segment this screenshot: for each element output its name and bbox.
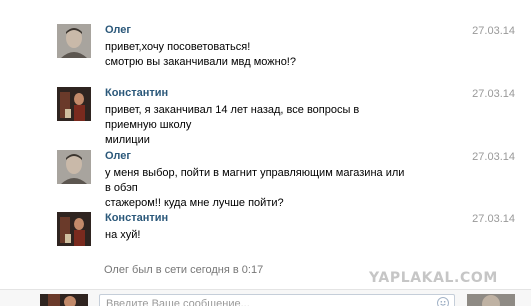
my-avatar-icon: [40, 294, 88, 306]
smile-icon[interactable]: [437, 297, 449, 306]
message-date[interactable]: 27.03.14: [472, 25, 515, 38]
chat-history: Олег 27.03.14 привет,хочу посоветоваться…: [0, 0, 531, 306]
avatar[interactable]: [57, 150, 91, 184]
avatar[interactable]: [57, 212, 91, 246]
avatar[interactable]: [57, 87, 91, 121]
konstantin-avatar-icon: [57, 212, 91, 246]
partner-avatar[interactable]: [467, 294, 515, 306]
message-composer: Введите Ваше сообщение...: [0, 289, 531, 306]
message-text: привет, я заканчивал 14 лет назад, все в…: [105, 104, 360, 146]
watermark: YAPLAKAL.COM: [369, 270, 498, 286]
online-status: Олег был в сети сегодня в 0:17: [104, 264, 264, 276]
message-date[interactable]: 27.03.14: [472, 88, 515, 101]
oleg-avatar-icon: [57, 24, 91, 58]
sender-name[interactable]: Олег: [105, 150, 131, 163]
avatar[interactable]: [57, 24, 91, 58]
sender-name[interactable]: Константин: [105, 87, 168, 100]
konstantin-avatar-icon: [57, 87, 91, 121]
partner-avatar-icon: [467, 294, 515, 306]
message-text: на хуй!: [105, 229, 141, 241]
sender-name[interactable]: Олег: [105, 24, 131, 37]
my-avatar[interactable]: [40, 294, 88, 306]
message-date[interactable]: 27.03.14: [472, 151, 515, 164]
smile-face-icon: [440, 301, 446, 306]
message-text: привет,хочу посоветоваться! смотрю вы за…: [105, 41, 296, 68]
oleg-avatar-icon: [57, 150, 91, 184]
sender-name[interactable]: Константин: [105, 212, 168, 225]
message-date[interactable]: 27.03.14: [472, 213, 515, 226]
message-input[interactable]: Введите Ваше сообщение...: [99, 294, 455, 306]
message-text: у меня выбор, пойти в магнит управляющим…: [105, 167, 405, 209]
